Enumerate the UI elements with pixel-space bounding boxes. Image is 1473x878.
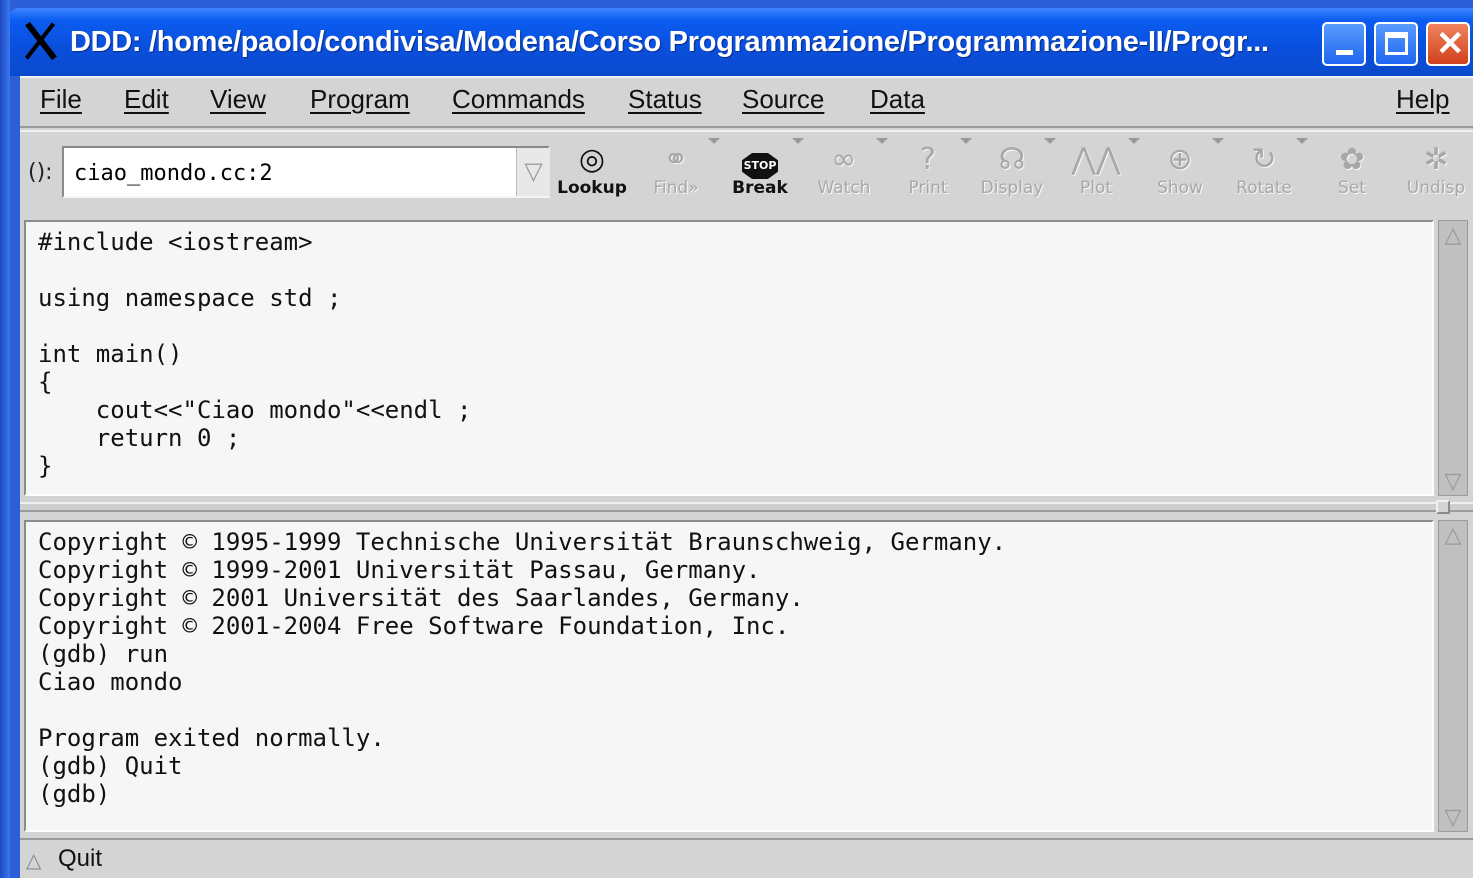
rotate-icon: ↻	[1251, 142, 1277, 177]
console-line: Copyright © 2001 Universität des Saarlan…	[38, 584, 804, 612]
scroll-down-icon[interactable]: ▽	[1441, 803, 1465, 831]
close-button[interactable]: ✕	[1426, 22, 1470, 66]
menu-source[interactable]: Source	[742, 84, 824, 115]
source-text-area[interactable]: #include <iostream> using namespace std …	[24, 220, 1434, 496]
source-line: {	[38, 368, 53, 396]
display-icon: ☊	[998, 142, 1026, 177]
find-button[interactable]: ⚭ Find»	[636, 138, 720, 204]
maximize-icon	[1385, 32, 1408, 55]
plot-button[interactable]: ⋀⋀ Plot	[1056, 138, 1140, 204]
set-icon: ✿	[1339, 142, 1365, 177]
argument-input[interactable]: ciao_mondo.cc:2	[74, 161, 273, 186]
argument-label: ():	[28, 160, 53, 185]
console-line: Copyright © 1995-1999 Technische Univers…	[38, 528, 1007, 556]
title-bar[interactable]: DDD: /home/paolo/condivisa/Modena/Corso …	[10, 8, 1473, 76]
toolbar: (): ciao_mondo.cc:2 ▽ ◎ Lookup ⚭ Find» S…	[20, 130, 1473, 208]
x-logo-icon	[16, 17, 66, 67]
menu-program[interactable]: Program	[310, 84, 410, 115]
pane-divider[interactable]	[20, 500, 1473, 514]
triangle-up-icon[interactable]: △	[26, 848, 41, 873]
dropdown-indicator-icon	[960, 138, 972, 144]
source-code[interactable]: #include <iostream> using namespace std …	[38, 228, 471, 480]
menu-file[interactable]: File	[40, 84, 82, 115]
console-line: Program exited normally.	[38, 724, 385, 752]
source-line: #include <iostream>	[38, 228, 313, 256]
source-line	[38, 312, 471, 340]
chevron-down-icon[interactable]: ▽	[516, 148, 550, 196]
lookup-icon: ◎	[578, 142, 606, 177]
break-button[interactable]: STOP Break	[720, 138, 804, 204]
dropdown-indicator-icon	[1296, 138, 1308, 144]
menu-view[interactable]: View	[210, 84, 266, 115]
lookup-button[interactable]: ◎ Lookup	[552, 142, 632, 204]
menu-commands[interactable]: Commands	[452, 84, 585, 115]
source-scrollbar[interactable]: △ ▽	[1438, 220, 1468, 496]
plot-icon: ⋀⋀	[1071, 142, 1121, 177]
menu-status[interactable]: Status	[628, 84, 702, 115]
console-line: (gdb) run	[38, 640, 169, 668]
undisplay-button[interactable]: ✲ Undisp	[1396, 142, 1473, 204]
display-button[interactable]: ☊ Display	[972, 138, 1056, 204]
dropdown-indicator-icon	[876, 138, 888, 144]
close-icon: ✕	[1436, 25, 1465, 63]
menu-data[interactable]: Data	[870, 84, 925, 115]
dropdown-indicator-icon	[1044, 138, 1056, 144]
console-pane: Copyright © 1995-1999 Technische Univers…	[20, 516, 1473, 834]
binoculars-icon: ⚭	[663, 142, 689, 177]
status-bar: △ Quit	[20, 838, 1473, 878]
console-line: Copyright © 1999-2001 Universität Passau…	[38, 556, 761, 584]
status-text: Quit	[58, 845, 103, 872]
magnifier-icon: ⊕	[1167, 142, 1193, 177]
window-title: DDD: /home/paolo/condivisa/Modena/Corso …	[70, 25, 1269, 58]
dropdown-indicator-icon	[1212, 138, 1224, 144]
source-line: return 0 ;	[38, 424, 241, 452]
dropdown-indicator-icon	[792, 138, 804, 144]
rotate-button[interactable]: ↻ Rotate	[1224, 138, 1308, 204]
console-line: (gdb) Quit	[38, 752, 183, 780]
ddd-main-window: File Edit View Program Commands Status S…	[20, 76, 1473, 878]
scroll-up-icon[interactable]: △	[1441, 521, 1465, 549]
window-frame	[0, 0, 10, 878]
maximize-button[interactable]	[1374, 22, 1418, 66]
source-line: cout<<"Ciao mondo"<<endl ;	[38, 396, 472, 424]
menu-help[interactable]: Help	[1396, 84, 1449, 115]
print-button[interactable]: ? Print	[888, 138, 972, 204]
minimize-icon	[1336, 50, 1353, 55]
gdb-console[interactable]: Copyright © 1995-1999 Technische Univers…	[38, 528, 1006, 808]
console-line: (gdb)	[38, 780, 111, 808]
menu-edit[interactable]: Edit	[124, 84, 169, 115]
watch-button[interactable]: ∞ Watch	[804, 138, 888, 204]
menu-bar: File Edit View Program Commands Status S…	[20, 76, 1473, 128]
scroll-down-icon[interactable]: ▽	[1441, 467, 1465, 495]
source-line: using namespace std ;	[38, 284, 342, 312]
show-button[interactable]: ⊕ Show	[1140, 138, 1224, 204]
question-icon: ?	[920, 142, 936, 177]
dropdown-indicator-icon	[708, 138, 720, 144]
console-scrollbar[interactable]: △ ▽	[1438, 520, 1468, 832]
source-line	[38, 256, 471, 284]
console-text-area[interactable]: Copyright © 1995-1999 Technische Univers…	[24, 520, 1434, 832]
source-line: int main()	[38, 340, 183, 368]
dropdown-indicator-icon	[1128, 138, 1140, 144]
set-button[interactable]: ✿ Set	[1312, 142, 1392, 204]
undisplay-icon: ✲	[1423, 142, 1449, 177]
console-line: Ciao mondo	[38, 668, 183, 696]
minimize-button[interactable]	[1322, 22, 1366, 66]
source-pane: #include <iostream> using namespace std …	[20, 216, 1473, 498]
source-line: }	[38, 452, 53, 480]
console-line: Copyright © 2001-2004 Free Software Foun…	[38, 612, 790, 640]
stop-sign-icon: STOP	[720, 142, 800, 179]
argument-field[interactable]: ciao_mondo.cc:2 ▽	[62, 146, 550, 198]
sash-handle[interactable]	[1436, 500, 1450, 514]
scroll-up-icon[interactable]: △	[1441, 221, 1465, 249]
glasses-icon: ∞	[831, 142, 857, 177]
